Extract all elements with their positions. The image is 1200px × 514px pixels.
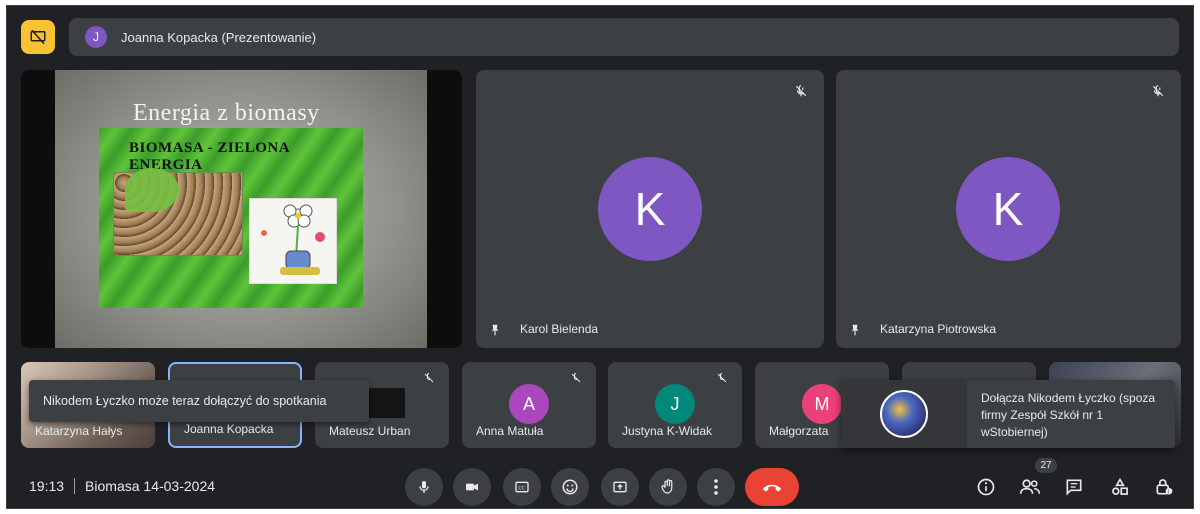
svg-text:i: i: [1168, 489, 1169, 495]
participant-name: Joanna Kopacka: [184, 422, 274, 436]
captions-button[interactable]: CC: [503, 468, 541, 506]
pin-icon[interactable]: [488, 322, 502, 338]
people-icon: [1019, 479, 1041, 494]
participant-name: Mateusz Urban: [329, 424, 411, 438]
reactions-button[interactable]: [551, 468, 589, 506]
mic-off-icon: [794, 84, 808, 98]
flower-illustration: [249, 198, 337, 284]
participant-name: Karol Bielenda: [520, 322, 599, 336]
present-now-button[interactable]: [601, 468, 639, 506]
activities-icon: [1112, 477, 1128, 495]
present-icon: [613, 481, 627, 493]
leave-call-button[interactable]: [745, 468, 799, 506]
participant-count-badge: 27: [1035, 458, 1057, 473]
participant-name: Katarzyna Piotrowska: [880, 322, 997, 336]
present-off-icon: [30, 29, 46, 45]
participant-avatar: M: [802, 384, 842, 424]
participant-avatar: K: [598, 157, 702, 261]
chat-button[interactable]: [1061, 474, 1087, 500]
more-vert-icon: [714, 479, 718, 495]
participant-avatar: A: [509, 384, 549, 424]
participant-tile-karol[interactable]: K Karol Bielenda: [476, 70, 824, 348]
divider: [74, 478, 76, 494]
leaf-image: [125, 168, 179, 212]
participant-name: Anna Matuła: [476, 424, 544, 438]
hand-icon: [661, 479, 673, 494]
meeting-info: 19:13 Biomasa 14-03-2024: [29, 478, 215, 494]
mic-off-icon: [570, 372, 582, 384]
stop-presenting-button[interactable]: [21, 20, 55, 54]
joining-toast: Dołącza Nikodem Łyczko (spoza firmy Zesp…: [841, 380, 1175, 448]
participant-avatar: K: [956, 157, 1060, 261]
join-permission-toast: Nikodem Łyczko może teraz dołączyć do sp…: [29, 380, 369, 422]
participant-video: [367, 388, 405, 418]
slide-green-panel: BIOMASA - ZIELONA ENERGIA: [99, 128, 363, 308]
slide-heading: BIOMASA - ZIELONA ENERGIA: [129, 140, 290, 173]
participant-avatar: J: [655, 384, 695, 424]
slide-title: Energia z biomasy: [133, 100, 320, 126]
joining-avatar-area: [841, 380, 967, 448]
pin-icon[interactable]: [848, 322, 862, 338]
microphone-button[interactable]: [405, 468, 443, 506]
raise-hand-button[interactable]: [649, 468, 687, 506]
slide: Energia z biomasy BIOMASA - ZIELONA ENER…: [55, 70, 427, 348]
chat-icon: [1066, 479, 1082, 496]
mic-icon: [419, 481, 429, 493]
meet-window: J Joanna Kopacka (Prezentowanie) Energia…: [6, 5, 1194, 509]
mic-off-icon: [423, 372, 435, 384]
presenter-label: Joanna Kopacka (Prezentowanie): [121, 29, 317, 45]
svg-text:CC: CC: [518, 485, 525, 491]
participant-name: Katarzyna Hałys: [35, 424, 123, 438]
people-button[interactable]: [1017, 474, 1043, 500]
clock: 19:13: [29, 478, 65, 494]
participant-name: Justyna K-Widak: [622, 424, 713, 438]
filmstrip-tile-justyna[interactable]: J Justyna K-Widak: [608, 362, 742, 448]
activities-button[interactable]: [1107, 474, 1133, 500]
meeting-details-button[interactable]: [973, 474, 999, 500]
info-icon: [977, 478, 995, 496]
participant-tile-katarzyna[interactable]: K Katarzyna Piotrowska: [836, 70, 1181, 348]
presenter-banner: J Joanna Kopacka (Prezentowanie): [69, 18, 1179, 56]
hang-up-icon: [762, 484, 782, 492]
emoji-icon: [562, 479, 578, 495]
lock-person-icon: i: [1156, 479, 1173, 495]
more-options-button[interactable]: [697, 468, 735, 506]
presentation-tile[interactable]: Energia z biomasy BIOMASA - ZIELONA ENER…: [21, 70, 462, 348]
mic-off-icon: [1151, 84, 1165, 98]
host-controls-button[interactable]: i: [1151, 474, 1177, 500]
camera-button[interactable]: [453, 468, 491, 506]
participant-name: Małgorzata: [769, 424, 829, 438]
meeting-name: Biomasa 14-03-2024: [85, 478, 216, 494]
mic-off-icon: [716, 372, 728, 384]
joining-avatar: [880, 390, 928, 438]
joining-message: Dołącza Nikodem Łyczko (spoza firmy Zesp…: [981, 391, 1156, 439]
presenter-avatar: J: [85, 26, 107, 48]
filmstrip-tile-anna-matula[interactable]: A Anna Matuła: [462, 362, 596, 448]
camera-icon: [466, 483, 478, 491]
captions-icon: CC: [515, 481, 529, 493]
